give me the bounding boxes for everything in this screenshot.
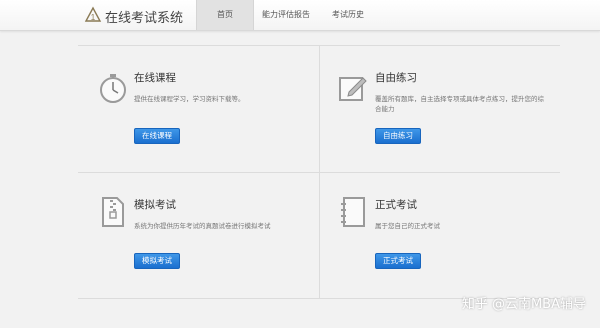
logo-icon: 1 [84,6,102,22]
mock-exam-button[interactable]: 模拟考试 [134,253,180,269]
tab-home[interactable]: 首页 [196,0,254,30]
top-navigation-bar: 1 在线考试系统 首页 能力评估报告 考试历史 [0,0,600,31]
notebook-icon [341,197,365,227]
card-description: 属于您自己的正式考试 [375,222,440,230]
online-course-button[interactable]: 在线课程 [134,128,180,144]
zip-document-icon [102,197,124,227]
svg-text:1: 1 [91,13,96,22]
divider-vertical [319,45,320,298]
card-description: 提供在线课程学习，学习资料下载等。 [134,95,245,103]
card-title: 在线课程 [134,72,176,84]
card-description: 覆盖所有题库，自主选择专项或具体考点练习，提升您的综合能力 [375,95,544,113]
card-description: 系统为你提供历年考试的真题试卷进行模拟考试 [134,222,271,230]
card-title: 模拟考试 [134,199,176,211]
pencil-edit-icon [339,77,367,101]
tab-exam-history[interactable]: 考试历史 [326,0,370,30]
free-practice-button[interactable]: 自由练习 [375,128,421,144]
watermark: 知乎 @云南MBA辅导 [461,297,586,312]
app-title: 在线考试系统 [105,11,184,26]
tab-ability-report[interactable]: 能力评估报告 [258,0,314,30]
formal-exam-button[interactable]: 正式考试 [375,253,421,269]
card-title: 自由练习 [375,72,417,84]
stopwatch-icon [100,74,126,103]
card-title: 正式考试 [375,199,417,211]
